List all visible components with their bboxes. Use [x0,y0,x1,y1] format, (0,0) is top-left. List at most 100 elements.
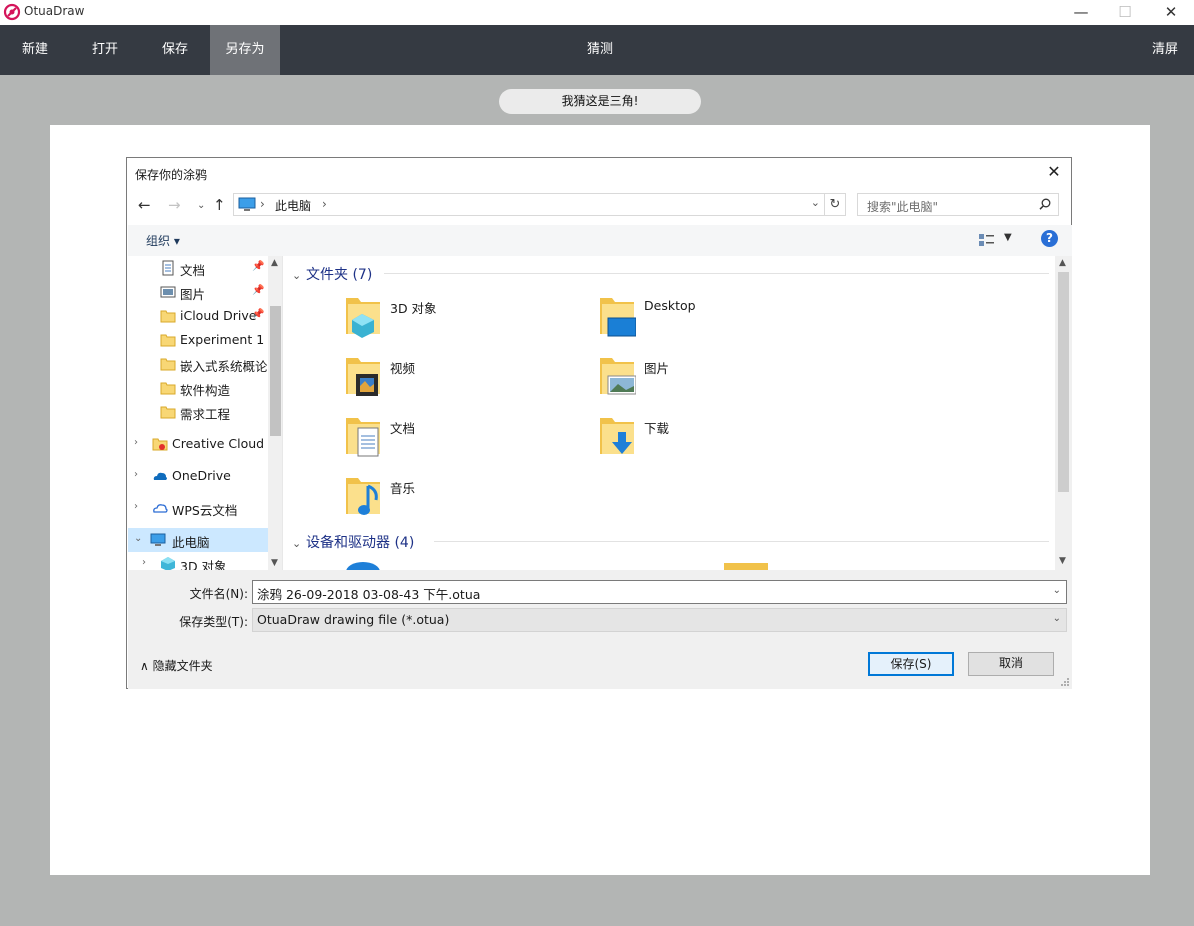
this-pc-icon [238,197,256,211]
dialog-close-button[interactable]: ✕ [1037,158,1071,186]
filename-label: 文件名(N): [189,587,248,601]
drive-icon[interactable] [724,563,768,570]
view-dropdown-icon[interactable]: ▼ [1004,232,1012,243]
pin-icon: 📌 [252,285,265,296]
refresh-button[interactable]: ↻ [824,193,846,216]
breadcrumb-chevron-icon[interactable]: › [322,197,327,211]
nav-item-requirements-engineering[interactable]: 需求工程 [128,400,268,424]
scroll-down-icon[interactable]: ▼ [1059,556,1066,566]
expand-chevron-icon[interactable]: › [142,557,146,568]
save-button[interactable]: 保存(S) [868,652,954,676]
folder-icon [160,334,176,347]
nav-item-3d-objects[interactable]: › 3D 对象 [128,552,268,570]
nav-scrollbar-thumb[interactable] [270,306,281,436]
content-scrollbar[interactable]: ▲ ▼ [1055,256,1072,570]
scroll-up-icon[interactable]: ▲ [271,258,278,268]
folder-item-documents[interactable]: 文档 [344,414,544,464]
nav-item-pictures[interactable]: 图片 📌 [128,280,268,304]
nav-item-creative-cloud[interactable]: › Creative Cloud F [128,432,275,456]
back-arrow-icon[interactable]: ← [138,196,151,214]
folder-icon [160,310,176,323]
nav-item-experiment-1[interactable]: Experiment 1 [128,328,268,352]
folder-item-pictures[interactable]: 图片 [598,354,798,404]
save-dialog: 保存你的涂鸦 ✕ ← → ⌄ ↑ › 此电脑 › ⌄ ↻ 搜索"此电脑" 组织 … [126,157,1072,689]
videos-folder-icon [346,358,380,396]
up-arrow-icon[interactable]: ↑ [213,196,226,214]
scroll-up-icon[interactable]: ▲ [1059,258,1066,268]
filetype-select[interactable]: OtuaDraw drawing file (*.otua) ⌄ [252,608,1067,632]
folder-item-music[interactable]: 音乐 [344,474,544,524]
dialog-footer: 文件名(N): 涂鸦 26-09-2018 03-08-43 下午.otua ⌄… [128,570,1072,689]
nav-item-label: OneDrive [172,468,231,483]
nav-item-label: 3D 对象 [180,559,227,570]
forward-arrow-icon[interactable]: → [168,196,181,214]
nav-item-embedded-systems[interactable]: 嵌入式系统概论 [128,352,268,376]
menu-new-button[interactable]: 新建 [0,25,70,75]
folder-item-downloads[interactable]: 下载 [598,414,798,464]
app-title: OtuaDraw [24,4,85,18]
nav-item-wps-cloud[interactable]: › WPS云文档 [128,496,268,520]
maximize-button[interactable]: ☐ [1102,0,1148,25]
menu-clear-button[interactable]: 清屏 [1136,25,1194,75]
recent-locations-chevron-icon[interactable]: ⌄ [197,200,205,211]
cancel-button[interactable]: 取消 [968,652,1054,676]
filetype-dropdown-icon[interactable]: ⌄ [1053,613,1061,624]
expand-chevron-icon[interactable]: › [134,501,138,512]
organize-menu-button[interactable]: 组织 ▾ [146,232,180,249]
music-folder-icon [346,478,380,515]
folder-item-label: 3D 对象 [390,301,437,316]
content-scrollbar-thumb[interactable] [1058,272,1069,492]
pin-icon: 📌 [252,309,265,320]
group-collapse-chevron-icon[interactable]: ⌄ [292,537,306,550]
folder-item-label: 图片 [644,361,670,376]
nav-item-onedrive[interactable]: › OneDrive [128,464,268,488]
collapse-chevron-icon[interactable]: ⌄ [134,533,142,544]
filename-value: 涂鸦 26-09-2018 03-08-43 下午.otua [257,587,481,602]
search-input[interactable]: 搜索"此电脑" [857,193,1059,216]
help-icon[interactable]: ? [1041,230,1058,247]
address-dropdown-icon[interactable]: ⌄ [811,196,820,209]
group-collapse-chevron-icon[interactable]: ⌄ [292,269,306,282]
folder-item-3d-objects[interactable]: 3D 对象 [344,294,544,344]
folder-item-desktop[interactable]: Desktop [598,294,798,344]
breadcrumb-chevron-icon[interactable]: › [260,197,265,211]
nav-item-software-construction[interactable]: 软件构造 [128,376,268,400]
close-window-button[interactable]: ✕ [1148,0,1194,25]
view-options-icon[interactable] [978,232,996,248]
nav-item-label: Creative Cloud F [172,436,276,451]
nav-item-label: Experiment 1 [180,332,265,347]
group-divider [434,541,1049,542]
minimize-button[interactable]: — [1058,0,1104,25]
group-header-devices[interactable]: ⌄ 设备和驱动器 (4) [292,532,414,552]
breadcrumb-this-pc[interactable]: 此电脑 [275,197,311,214]
nav-item-label: 文档 [180,263,206,278]
resize-grip-icon[interactable] [1060,677,1070,687]
pictures-icon [160,286,176,298]
filetype-value: OtuaDraw drawing file (*.otua) [257,612,450,627]
downloads-folder-icon [600,418,634,454]
nav-item-this-pc[interactable]: ⌄ 此电脑 [128,528,268,552]
folder-item-label: 视频 [390,361,416,376]
menu-save-as-button[interactable]: 另存为 [210,25,280,75]
nav-item-documents[interactable]: 文档 📌 [128,256,268,280]
folder-item-label: 音乐 [390,481,416,496]
menu-save-button[interactable]: 保存 [140,25,210,75]
scroll-down-icon[interactable]: ▼ [271,558,278,568]
address-bar[interactable]: › 此电脑 › ⌄ [233,193,825,216]
group-header-folders[interactable]: ⌄ 文件夹 (7) [292,264,372,284]
expand-chevron-icon[interactable]: › [134,469,138,480]
nav-item-label: 此电脑 [172,535,210,550]
filename-dropdown-icon[interactable]: ⌄ [1053,585,1061,596]
nav-scrollbar[interactable]: ▲ ▼ [268,256,282,570]
drive-icon[interactable] [346,562,380,570]
pin-icon: 📌 [252,261,265,272]
folder-item-label: 文档 [390,421,416,436]
menu-open-button[interactable]: 打开 [70,25,140,75]
menu-guess-button[interactable]: 猜测 [560,25,640,75]
expand-chevron-icon[interactable]: › [134,437,138,448]
folder-item-videos[interactable]: 视频 [344,354,544,404]
filename-input[interactable]: 涂鸦 26-09-2018 03-08-43 下午.otua ⌄ [252,580,1067,604]
nav-item-icloud-drive[interactable]: iCloud Drive 📌 [128,304,268,328]
search-icon [1039,198,1051,210]
hide-folders-toggle[interactable]: ∧ 隐藏文件夹 [140,657,213,674]
